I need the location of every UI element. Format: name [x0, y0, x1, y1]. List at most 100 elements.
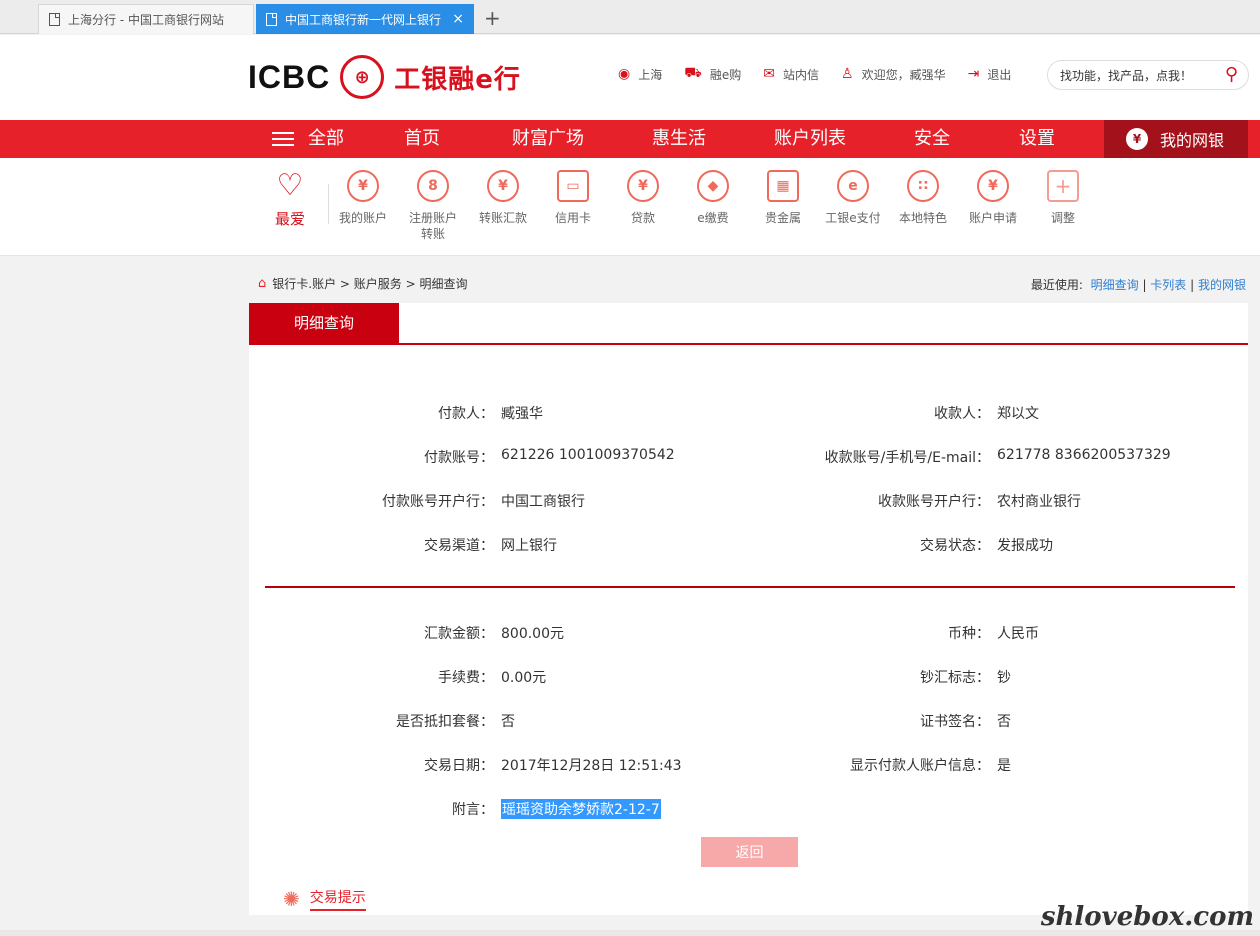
package-deduct-value: 否 [501, 714, 515, 730]
nav-wealth[interactable]: 财富广场 [512, 120, 584, 158]
currency-label: 币种： [948, 626, 990, 642]
detail-row: 交易渠道： 网上银行 交易状态： 发报成功 [249, 535, 1248, 555]
status-value: 发报成功 [997, 538, 1053, 554]
detail-row: 汇款金额： 800.00元 币种： 人民币 [249, 623, 1248, 643]
quick-adjust[interactable]: + 调整 [1028, 170, 1098, 226]
user-icon: ♙ [841, 66, 854, 82]
my-bank-button[interactable]: ¥ 我的网银 [1104, 120, 1248, 158]
detail-row: 交易日期： 2017年12月28日 12:51:43 显示付款人账户信息： 是 [249, 755, 1248, 775]
quick-my-account[interactable]: ¥ 我的账户 [328, 170, 398, 226]
nav-life[interactable]: 惠生活 [652, 120, 706, 158]
fee-value: 0.00元 [501, 670, 547, 686]
adjust-plus-icon: + [1047, 170, 1079, 202]
close-icon[interactable]: × [452, 11, 464, 27]
gold-bars-icon: ▦ [767, 170, 799, 202]
cart-icon: ⛟ [684, 65, 702, 81]
new-tab-icon[interactable]: + [484, 6, 501, 30]
local-feature-icon: ∷ [907, 170, 939, 202]
tab-underline [249, 343, 1248, 345]
welcome-label: 欢迎您，臧强华 [861, 67, 946, 82]
detail-row: 付款账号开户行： 中国工商银行 收款账号开户行： 农村商业银行 [249, 491, 1248, 511]
payment-drop-icon: ◆ [697, 170, 729, 202]
quick-loan[interactable]: ¥ 贷款 [608, 170, 678, 226]
location-link[interactable]: ◉ 上海 [618, 65, 662, 83]
quick-label: 转账汇款 [478, 211, 527, 225]
quick-label: 信用卡 [554, 211, 591, 225]
detail-row: 手续费： 0.00元 钞汇标志： 钞 [249, 667, 1248, 687]
channel-label: 交易渠道： [424, 538, 494, 554]
payer-bank-label: 付款账号开户行： [382, 494, 494, 510]
quick-label: 调整 [1050, 211, 1075, 225]
logo-icbc-text: ICBC [248, 58, 331, 95]
nav-all-label: 全部 [308, 128, 344, 149]
payer-bank-value: 中国工商银行 [501, 494, 585, 510]
status-label: 交易状态： [920, 538, 990, 554]
quick-label: 本地特色 [898, 211, 947, 225]
rong-e-gou-link[interactable]: ⛟ 融e购 [684, 65, 741, 83]
recent-link-mybank[interactable]: 我的网银 [1198, 278, 1246, 292]
payee-account-label: 收款账号/手机号/E-mail： [824, 450, 990, 466]
search-icon[interactable]: ⚲ [1225, 64, 1238, 85]
payer-account-label: 付款账号： [424, 450, 494, 466]
section-divider [265, 586, 1235, 588]
lightbulb-icon: ✺ [283, 887, 300, 911]
messages-link[interactable]: ✉ 站内信 [763, 65, 819, 83]
favorites-label: 最爱 [274, 210, 305, 228]
nav-security[interactable]: 安全 [914, 120, 950, 158]
back-button[interactable]: 返回 [701, 837, 798, 867]
money-bag-icon: ¥ [1126, 128, 1148, 150]
detail-row: 是否抵扣套餐： 否 证书签名： 否 [249, 711, 1248, 731]
quick-precious-metal[interactable]: ▦ 贵金属 [748, 170, 818, 226]
favorites[interactable]: ♡ 最爱 [270, 170, 310, 229]
quick-label: 工银e支付 [825, 211, 881, 225]
cash-flag-label: 钞汇标志： [920, 670, 990, 686]
logout-icon: ⇥ [967, 66, 980, 82]
payer-value: 臧强华 [501, 406, 543, 422]
nav-settings[interactable]: 设置 [1019, 120, 1055, 158]
currency-value: 人民币 [997, 626, 1039, 642]
rong-e-gou-label: 融e购 [709, 67, 742, 82]
quick-links-bar: ♡ 最爱 ¥ 我的账户 8 注册账户转账 ¥ 转账汇款 ▭ 信用卡 ¥ 贷款 ◆… [0, 158, 1260, 256]
transfer-circle-icon: 8 [417, 170, 449, 202]
icbc-logo[interactable]: ICBC ⊕ 工银融e行 [248, 55, 521, 99]
user-welcome[interactable]: ♙ 欢迎您，臧强华 [841, 65, 946, 83]
recent-link-detail[interactable]: 明细查询 [1091, 278, 1139, 292]
quick-remittance[interactable]: ¥ 转账汇款 [468, 170, 538, 226]
detail-panel: 明细查询 付款人： 臧强华 收款人： 郑以文 付款账号： 621226 1001… [249, 303, 1248, 915]
search-input[interactable]: 找功能，找产品，点我！ ⚲ [1047, 60, 1249, 90]
detail-row: 付款账号： 621226 1001009370542 收款账号/手机号/E-ma… [249, 447, 1248, 467]
payee-bank-value: 农村商业银行 [997, 494, 1081, 510]
yen-circle-icon: ¥ [347, 170, 379, 202]
browser-tab-title: 中国工商银行新一代网上银行 [285, 12, 442, 27]
quick-e-payment[interactable]: ◆ e缴费 [678, 170, 748, 226]
heart-icon: ♡ [276, 168, 304, 203]
breadcrumb-path[interactable]: 银行卡.账户 > 账户服务 > 明细查询 [272, 275, 467, 292]
nav-all[interactable]: 全部 [272, 120, 344, 158]
transaction-tips[interactable]: ✺ 交易提示 [283, 887, 366, 911]
recent-link-cards[interactable]: 卡列表 [1150, 278, 1186, 292]
detail-row: 附言： 瑶瑶资助余梦娇款2-12-7 [249, 799, 1248, 819]
quick-registered-transfer[interactable]: 8 注册账户转账 [398, 170, 468, 242]
quick-icbc-epay[interactable]: e 工银e支付 [818, 170, 888, 226]
my-bank-label: 我的网银 [1160, 131, 1225, 150]
account-apply-icon: ¥ [977, 170, 1009, 202]
mail-icon: ✉ [763, 66, 775, 82]
quick-local-feature[interactable]: ∷ 本地特色 [888, 170, 958, 226]
nav-accounts[interactable]: 账户列表 [774, 120, 846, 158]
note-value: 瑶瑶资助余梦娇款2-12-7 [501, 799, 661, 819]
nav-home[interactable]: 首页 [404, 120, 440, 158]
amount-value: 800.00元 [501, 626, 564, 642]
logout-link[interactable]: ⇥ 退出 [968, 65, 1012, 83]
main-nav: 全部 首页 财富广场 惠生活 账户列表 安全 设置 ¥ 我的网银 [0, 120, 1260, 158]
browser-tab-0[interactable]: 上海分行 - 中国工商银行网站 [38, 4, 254, 34]
home-icon[interactable]: ⌂ [258, 276, 266, 291]
fee-label: 手续费： [438, 670, 494, 686]
search-placeholder: 找功能，找产品，点我！ [1060, 68, 1193, 83]
quick-account-apply[interactable]: ¥ 账户申请 [958, 170, 1028, 226]
tab-detail-query[interactable]: 明细查询 [249, 303, 399, 343]
browser-tab-1[interactable]: 中国工商银行新一代网上银行 × [256, 4, 474, 34]
tips-label: 交易提示 [309, 887, 366, 911]
quick-credit-card[interactable]: ▭ 信用卡 [538, 170, 608, 226]
logout-label: 退出 [987, 67, 1012, 82]
remit-circle-icon: ¥ [487, 170, 519, 202]
